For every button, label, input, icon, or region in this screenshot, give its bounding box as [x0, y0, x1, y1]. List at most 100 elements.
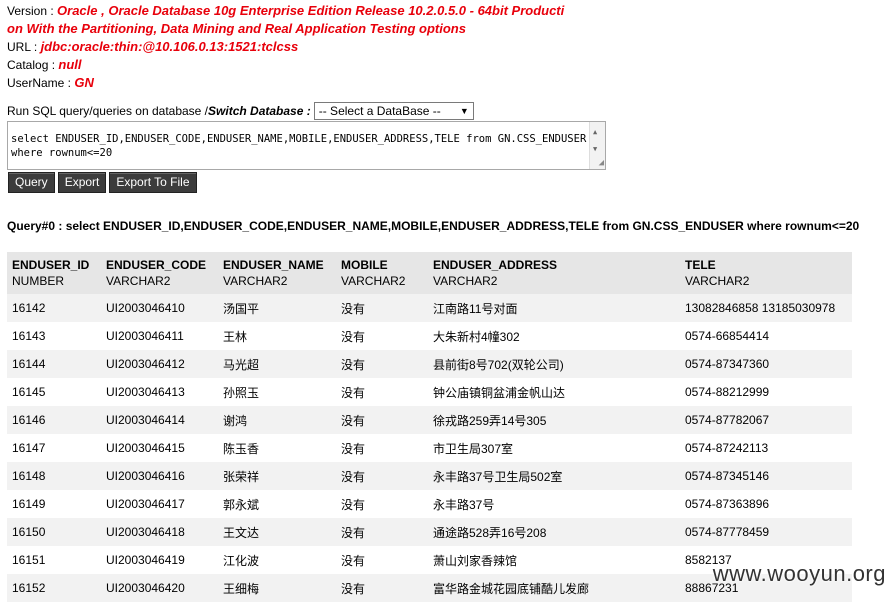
- table-cell: 江南路11号对面: [428, 294, 680, 322]
- table-cell: 没有: [336, 462, 428, 490]
- table-body: 16142 UI2003046410 汤国平 没有 江南路11号对面 1308284685…: [7, 294, 852, 602]
- column-type: VARCHAR2: [341, 274, 406, 288]
- table-cell: 王文达: [218, 518, 336, 546]
- table-cell: 江化波: [218, 546, 336, 574]
- version-label: Version :: [7, 4, 58, 18]
- table-cell: 0574-66854414: [680, 322, 852, 350]
- table-cell: 没有: [336, 574, 428, 602]
- database-select-value: -- Select a DataBase --: [318, 104, 441, 118]
- table-row: 16149 UI2003046417 郭永斌 没有 永丰路37号 0574-8736389…: [7, 490, 852, 518]
- table-cell: 通途路528弄16号208: [428, 518, 680, 546]
- column-type: NUMBER: [12, 274, 65, 288]
- table-cell: UI2003046415: [101, 434, 218, 462]
- version-value-line1: Oracle , Oracle Database 10g Enterprise …: [57, 3, 565, 18]
- table-cell: 没有: [336, 378, 428, 406]
- table-cell: 0574-87778459: [680, 518, 852, 546]
- table-row: 16142 UI2003046410 汤国平 没有 江南路11号对面 1308284685…: [7, 294, 852, 322]
- table-cell: UI2003046411: [101, 322, 218, 350]
- table-cell: 16149: [7, 490, 101, 518]
- username-value: GN: [74, 75, 94, 90]
- sql-prompt-label: Run SQL query/queries on database /: [7, 104, 209, 118]
- table-cell: 没有: [336, 322, 428, 350]
- column-type: VARCHAR2: [685, 274, 750, 288]
- table-cell: 没有: [336, 406, 428, 434]
- column-name: MOBILE: [341, 258, 388, 272]
- table-cell: 汤国平: [218, 294, 336, 322]
- table-row: 16146 UI2003046414 谢鸿 没有 徐戎路259弄14号305 0574-8…: [7, 406, 852, 434]
- column-header: TELE VARCHAR2: [680, 252, 852, 294]
- scroll-down-icon[interactable]: ▼: [593, 142, 597, 156]
- table-cell: 13082846858 13185030978: [680, 294, 852, 322]
- table-cell: 徐戎路259弄14号305: [428, 406, 680, 434]
- table-row: 16147 UI2003046415 陈玉香 没有 市卫生局307室 0574-87242…: [7, 434, 852, 462]
- table-cell: 0574-87242113: [680, 434, 852, 462]
- table-cell: 张荣祥: [218, 462, 336, 490]
- scroll-up-icon[interactable]: ▲: [593, 125, 597, 139]
- column-header: ENDUSER_ID NUMBER: [7, 252, 101, 294]
- url-row: URL : jdbc:oracle:thin:@10.106.0.13:1521…: [7, 38, 564, 56]
- switch-database-label: Switch Database :: [208, 104, 311, 118]
- table-row: 16144 UI2003046412 马光超 没有 县前街8号702(双轮公司) 0574…: [7, 350, 852, 378]
- table-row: 16143 UI2003046411 王林 没有 大朱新村4幢302 0574-66854…: [7, 322, 852, 350]
- table-cell: UI2003046420: [101, 574, 218, 602]
- table-cell: UI2003046413: [101, 378, 218, 406]
- column-header: ENDUSER_NAME VARCHAR2: [218, 252, 336, 294]
- sql-query-text: select ENDUSER_ID,ENDUSER_CODE,ENDUSER_N…: [11, 133, 587, 159]
- table-cell: 0574-87363896: [680, 490, 852, 518]
- table-cell: UI2003046414: [101, 406, 218, 434]
- catalog-label: Catalog :: [7, 58, 59, 72]
- table-cell: 永丰路37号卫生局502室: [428, 462, 680, 490]
- table-cell: 16150: [7, 518, 101, 546]
- column-name: ENDUSER_CODE: [106, 258, 207, 272]
- table-cell: 16144: [7, 350, 101, 378]
- table-cell: 0574-87782067: [680, 406, 852, 434]
- column-name: ENDUSER_NAME: [223, 258, 324, 272]
- column-name: TELE: [685, 258, 716, 272]
- column-header: MOBILE VARCHAR2: [336, 252, 428, 294]
- catalog-row: Catalog : null: [7, 56, 564, 74]
- table-cell: 陈玉香: [218, 434, 336, 462]
- table-cell: UI2003046410: [101, 294, 218, 322]
- query-button[interactable]: Query: [8, 172, 55, 193]
- column-type: VARCHAR2: [433, 274, 498, 288]
- table-row: 16145 UI2003046413 孙照玉 没有 钟公庙镇铜盆浦金帆山达 0574-88…: [7, 378, 852, 406]
- table-cell: UI2003046418: [101, 518, 218, 546]
- table-cell: 16146: [7, 406, 101, 434]
- table-cell: 没有: [336, 350, 428, 378]
- table-cell: 没有: [336, 294, 428, 322]
- version-row-2: on With the Partitioning, Data Mining an…: [7, 20, 564, 38]
- table-cell: 0574-87347360: [680, 350, 852, 378]
- table-cell: 16148: [7, 462, 101, 490]
- table-cell: 王林: [218, 322, 336, 350]
- action-buttons: Query Export Export To File: [8, 172, 197, 193]
- table-cell: 16142: [7, 294, 101, 322]
- column-type: VARCHAR2: [106, 274, 171, 288]
- resize-grip-icon[interactable]: ◢: [599, 159, 604, 168]
- table-cell: 没有: [336, 434, 428, 462]
- watermark: www.wooyun.org: [712, 561, 886, 586]
- table-cell: 孙照玉: [218, 378, 336, 406]
- sql-query-textarea[interactable]: select ENDUSER_ID,ENDUSER_CODE,ENDUSER_N…: [7, 121, 606, 170]
- database-select[interactable]: -- Select a DataBase -- ▼: [313, 102, 474, 120]
- username-label: UserName :: [7, 76, 75, 90]
- table-cell: 王细梅: [218, 574, 336, 602]
- table-cell: 16152: [7, 574, 101, 602]
- catalog-value: null: [58, 57, 82, 72]
- sql-prompt-row: Run SQL query/queries on database / Swit…: [7, 102, 474, 120]
- export-to-file-button[interactable]: Export To File: [109, 172, 197, 193]
- query-result-title: Query#0 : select ENDUSER_ID,ENDUSER_CODE…: [7, 219, 860, 233]
- table-cell: 谢鸿: [218, 406, 336, 434]
- table-cell: UI2003046417: [101, 490, 218, 518]
- column-type: VARCHAR2: [223, 274, 288, 288]
- table-cell: 郭永斌: [218, 490, 336, 518]
- column-header: ENDUSER_CODE VARCHAR2: [101, 252, 218, 294]
- table-cell: 16147: [7, 434, 101, 462]
- table-cell: 钟公庙镇铜盆浦金帆山达: [428, 378, 680, 406]
- export-button[interactable]: Export: [57, 172, 107, 193]
- table-cell: 0574-88212999: [680, 378, 852, 406]
- column-header: ENDUSER_ADDRESS VARCHAR2: [428, 252, 680, 294]
- table-cell: UI2003046416: [101, 462, 218, 490]
- chevron-down-icon: ▼: [459, 106, 469, 116]
- table-cell: UI2003046412: [101, 350, 218, 378]
- table-cell: 大朱新村4幢302: [428, 322, 680, 350]
